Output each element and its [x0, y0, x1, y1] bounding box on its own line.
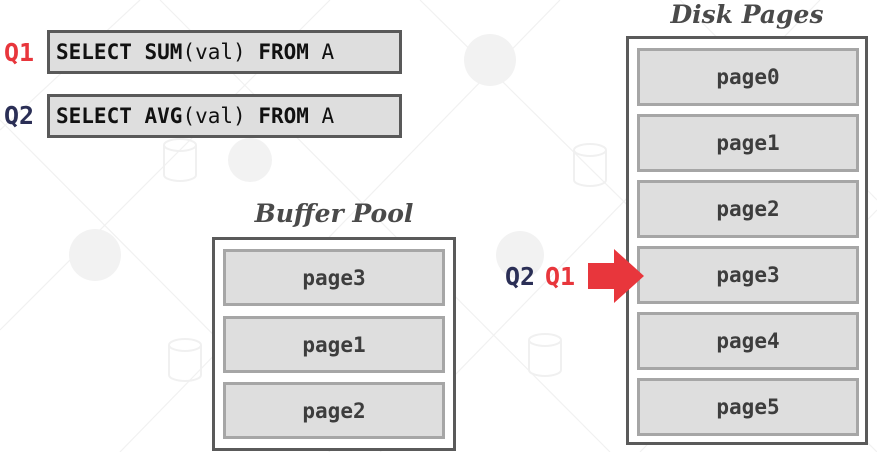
query-fragment: (val): [182, 40, 259, 64]
buffer-page: page1: [223, 316, 445, 373]
query-fragment: [132, 40, 145, 64]
buffer-pool-title: Buffer Pool: [254, 199, 414, 228]
disk-page: page4: [637, 312, 859, 370]
query-fragment: A: [308, 104, 335, 128]
cursor-q2-label: Q2: [505, 262, 536, 291]
q2-query-box: SELECT AVG(val) FROM A: [47, 94, 402, 138]
query-fragment: (val): [182, 104, 259, 128]
disk-pages-title: Disk Pages: [670, 0, 824, 29]
disk-page: page1: [637, 114, 859, 172]
buffer-pool: page3 page1 page2: [212, 237, 456, 451]
disk-page: page5: [637, 378, 859, 436]
cursor-arrow-icon: [588, 249, 644, 303]
query-fragment: FROM: [258, 40, 309, 64]
disk-pages: page0 page1 page2 page3 page4 page5: [626, 36, 868, 445]
q1-query-box: SELECT SUM(val) FROM A: [47, 30, 402, 74]
q2-label: Q2: [4, 101, 35, 130]
disk-page: page3: [637, 246, 859, 304]
query-fragment: SUM: [144, 40, 183, 64]
query-fragment: AVG: [144, 104, 183, 128]
query-fragment: FROM: [258, 104, 309, 128]
query-fragment: SELECT: [56, 40, 132, 64]
disk-page: page0: [637, 48, 859, 106]
query-fragment: [132, 104, 145, 128]
q1-label: Q1: [4, 38, 35, 67]
disk-page: page2: [637, 180, 859, 238]
query-fragment: A: [308, 40, 335, 64]
query-fragment: SELECT: [56, 104, 132, 128]
cursor-q1-label: Q1: [545, 262, 576, 291]
buffer-page: page2: [223, 382, 445, 439]
buffer-page: page3: [223, 249, 445, 306]
